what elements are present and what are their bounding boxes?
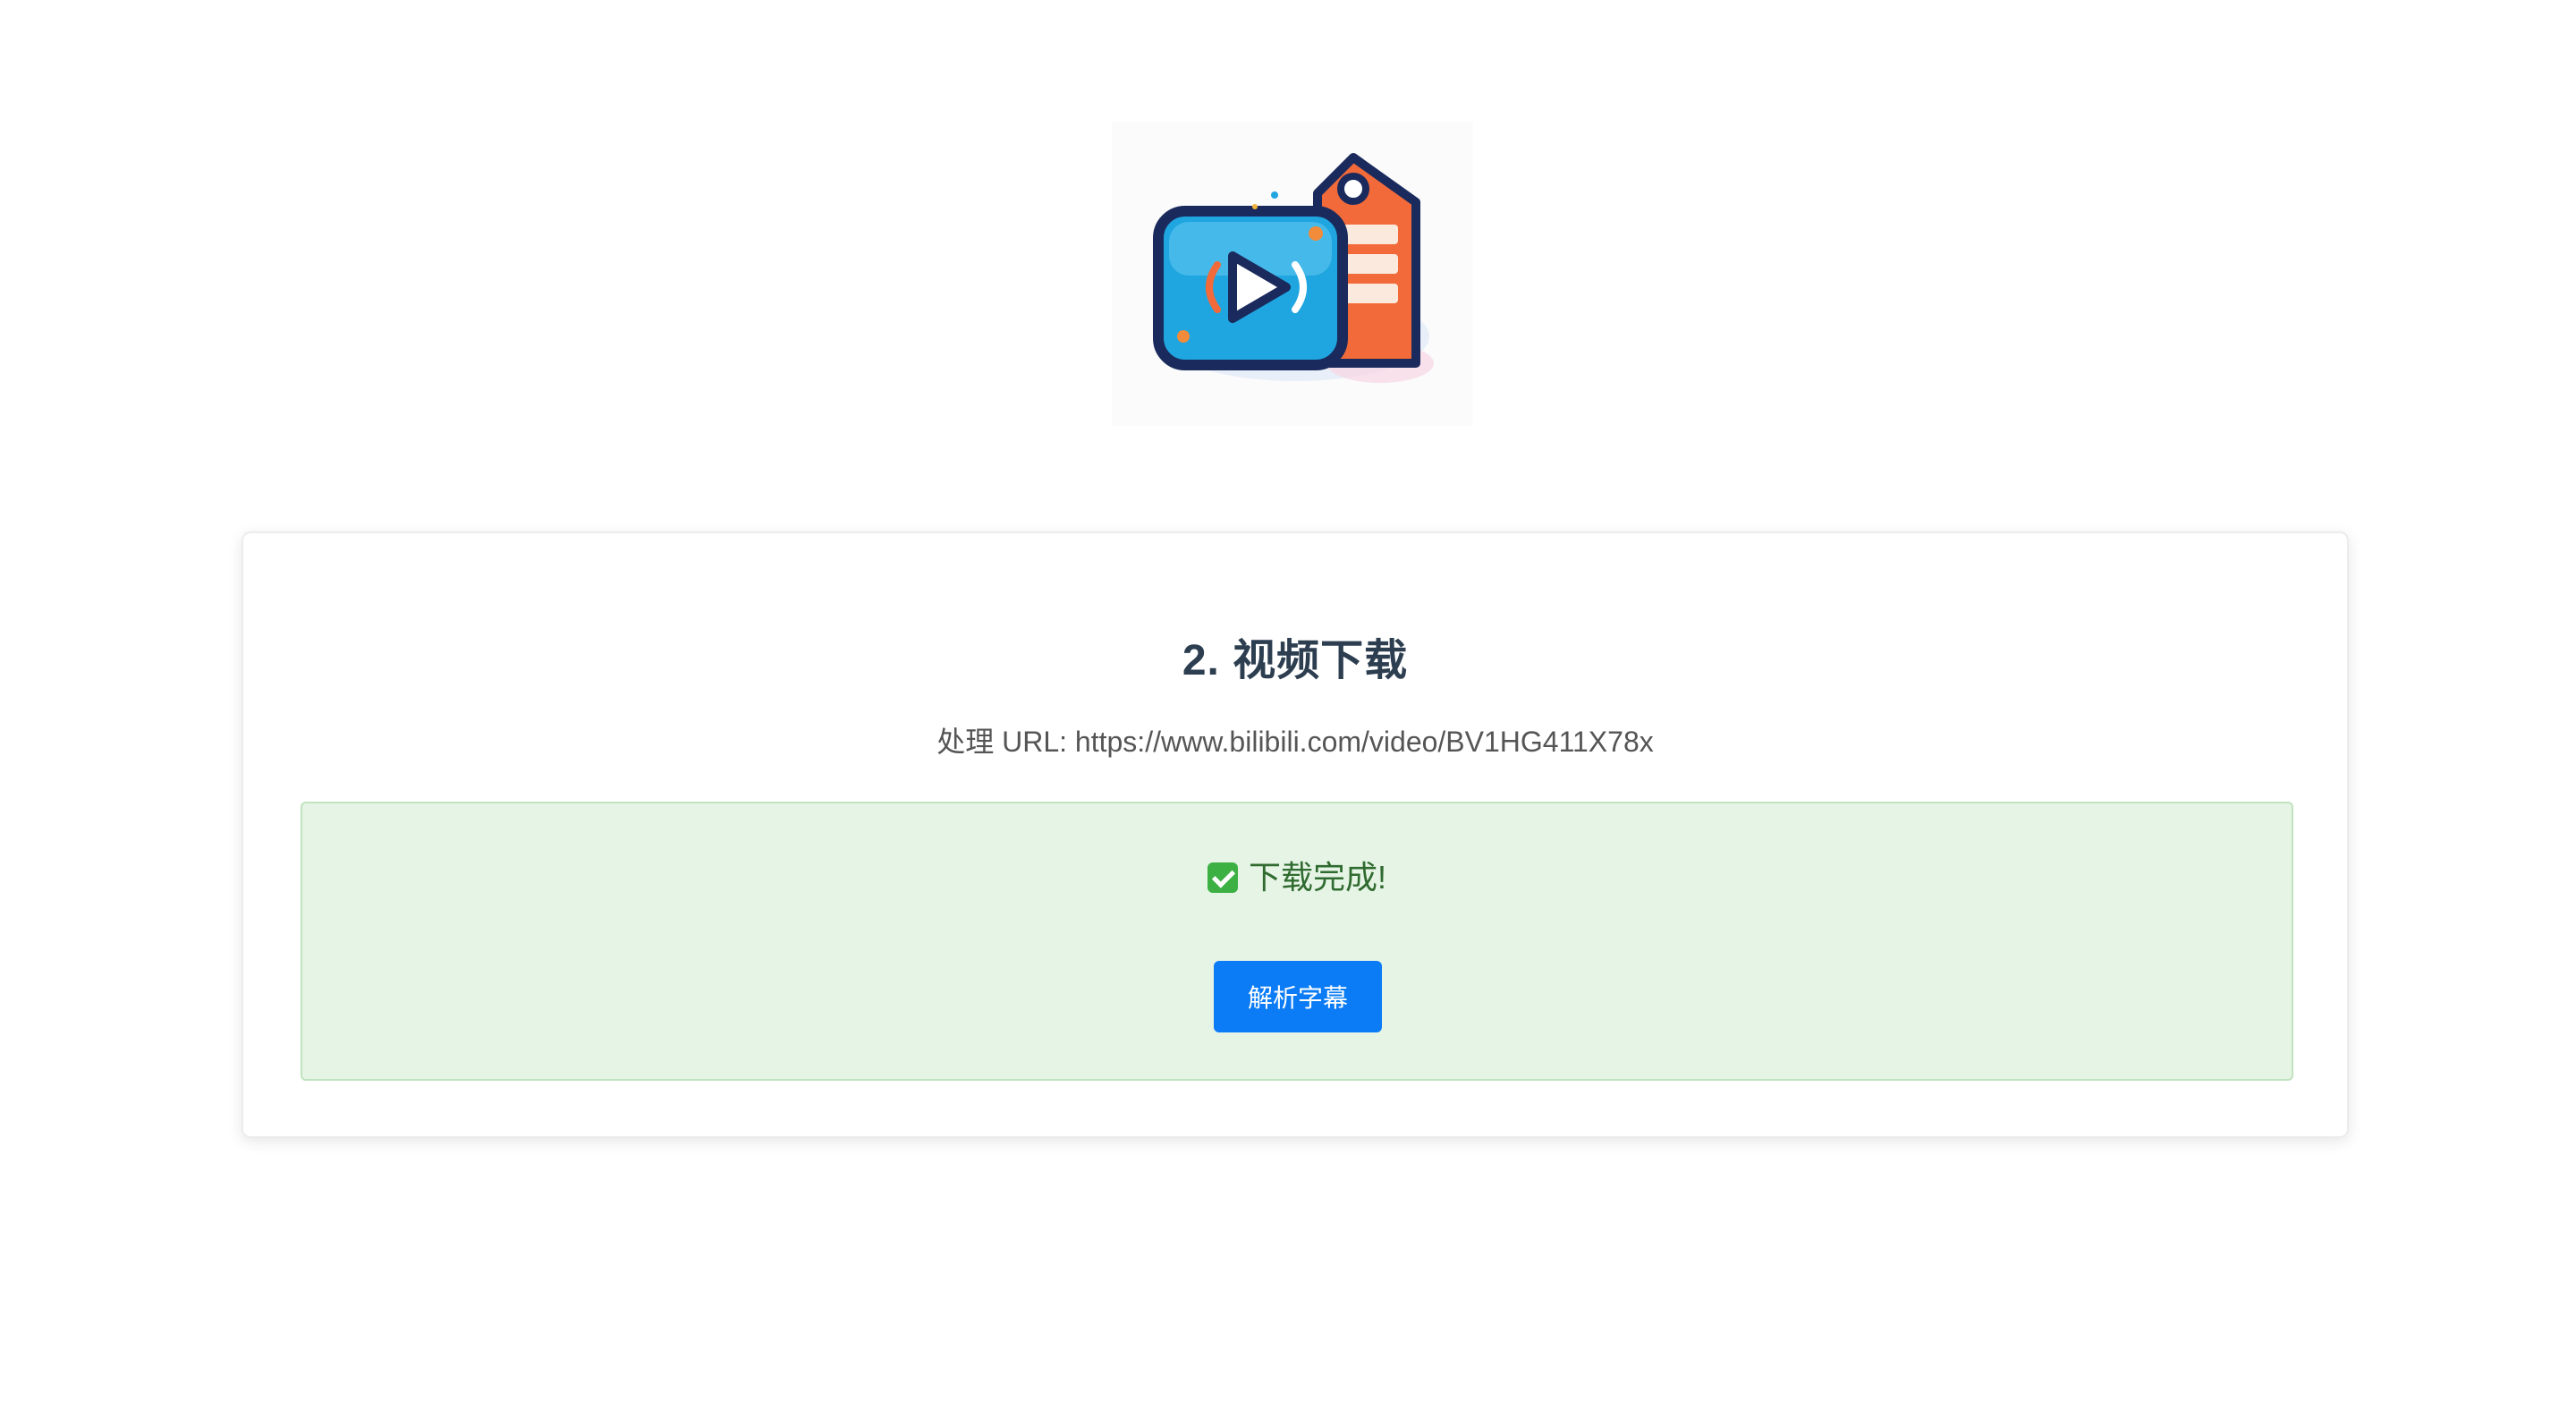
status-message: 下载完成! (1248, 859, 1386, 896)
step-title: 2. 视频下载 (1182, 637, 1409, 684)
check-mark-icon (1207, 862, 1238, 893)
parse-subtitles-button[interactable]: 解析字幕 (1214, 961, 1382, 1032)
status-message-row: 下载完成! (302, 852, 2292, 898)
processing-url: 处理 URL: https://www.bilibili.com/video/B… (936, 726, 1654, 758)
download-card: 2. 视频下载 处理 URL: https://www.bilibili.com… (242, 531, 2349, 1138)
page: 2. 视频下载 处理 URL: https://www.bilibili.com… (0, 0, 2576, 1410)
video-subtitle-tag-icon (1153, 153, 1434, 383)
success-panel: 下载完成! 解析字幕 (301, 802, 2293, 1081)
app-logo (1112, 122, 1473, 426)
